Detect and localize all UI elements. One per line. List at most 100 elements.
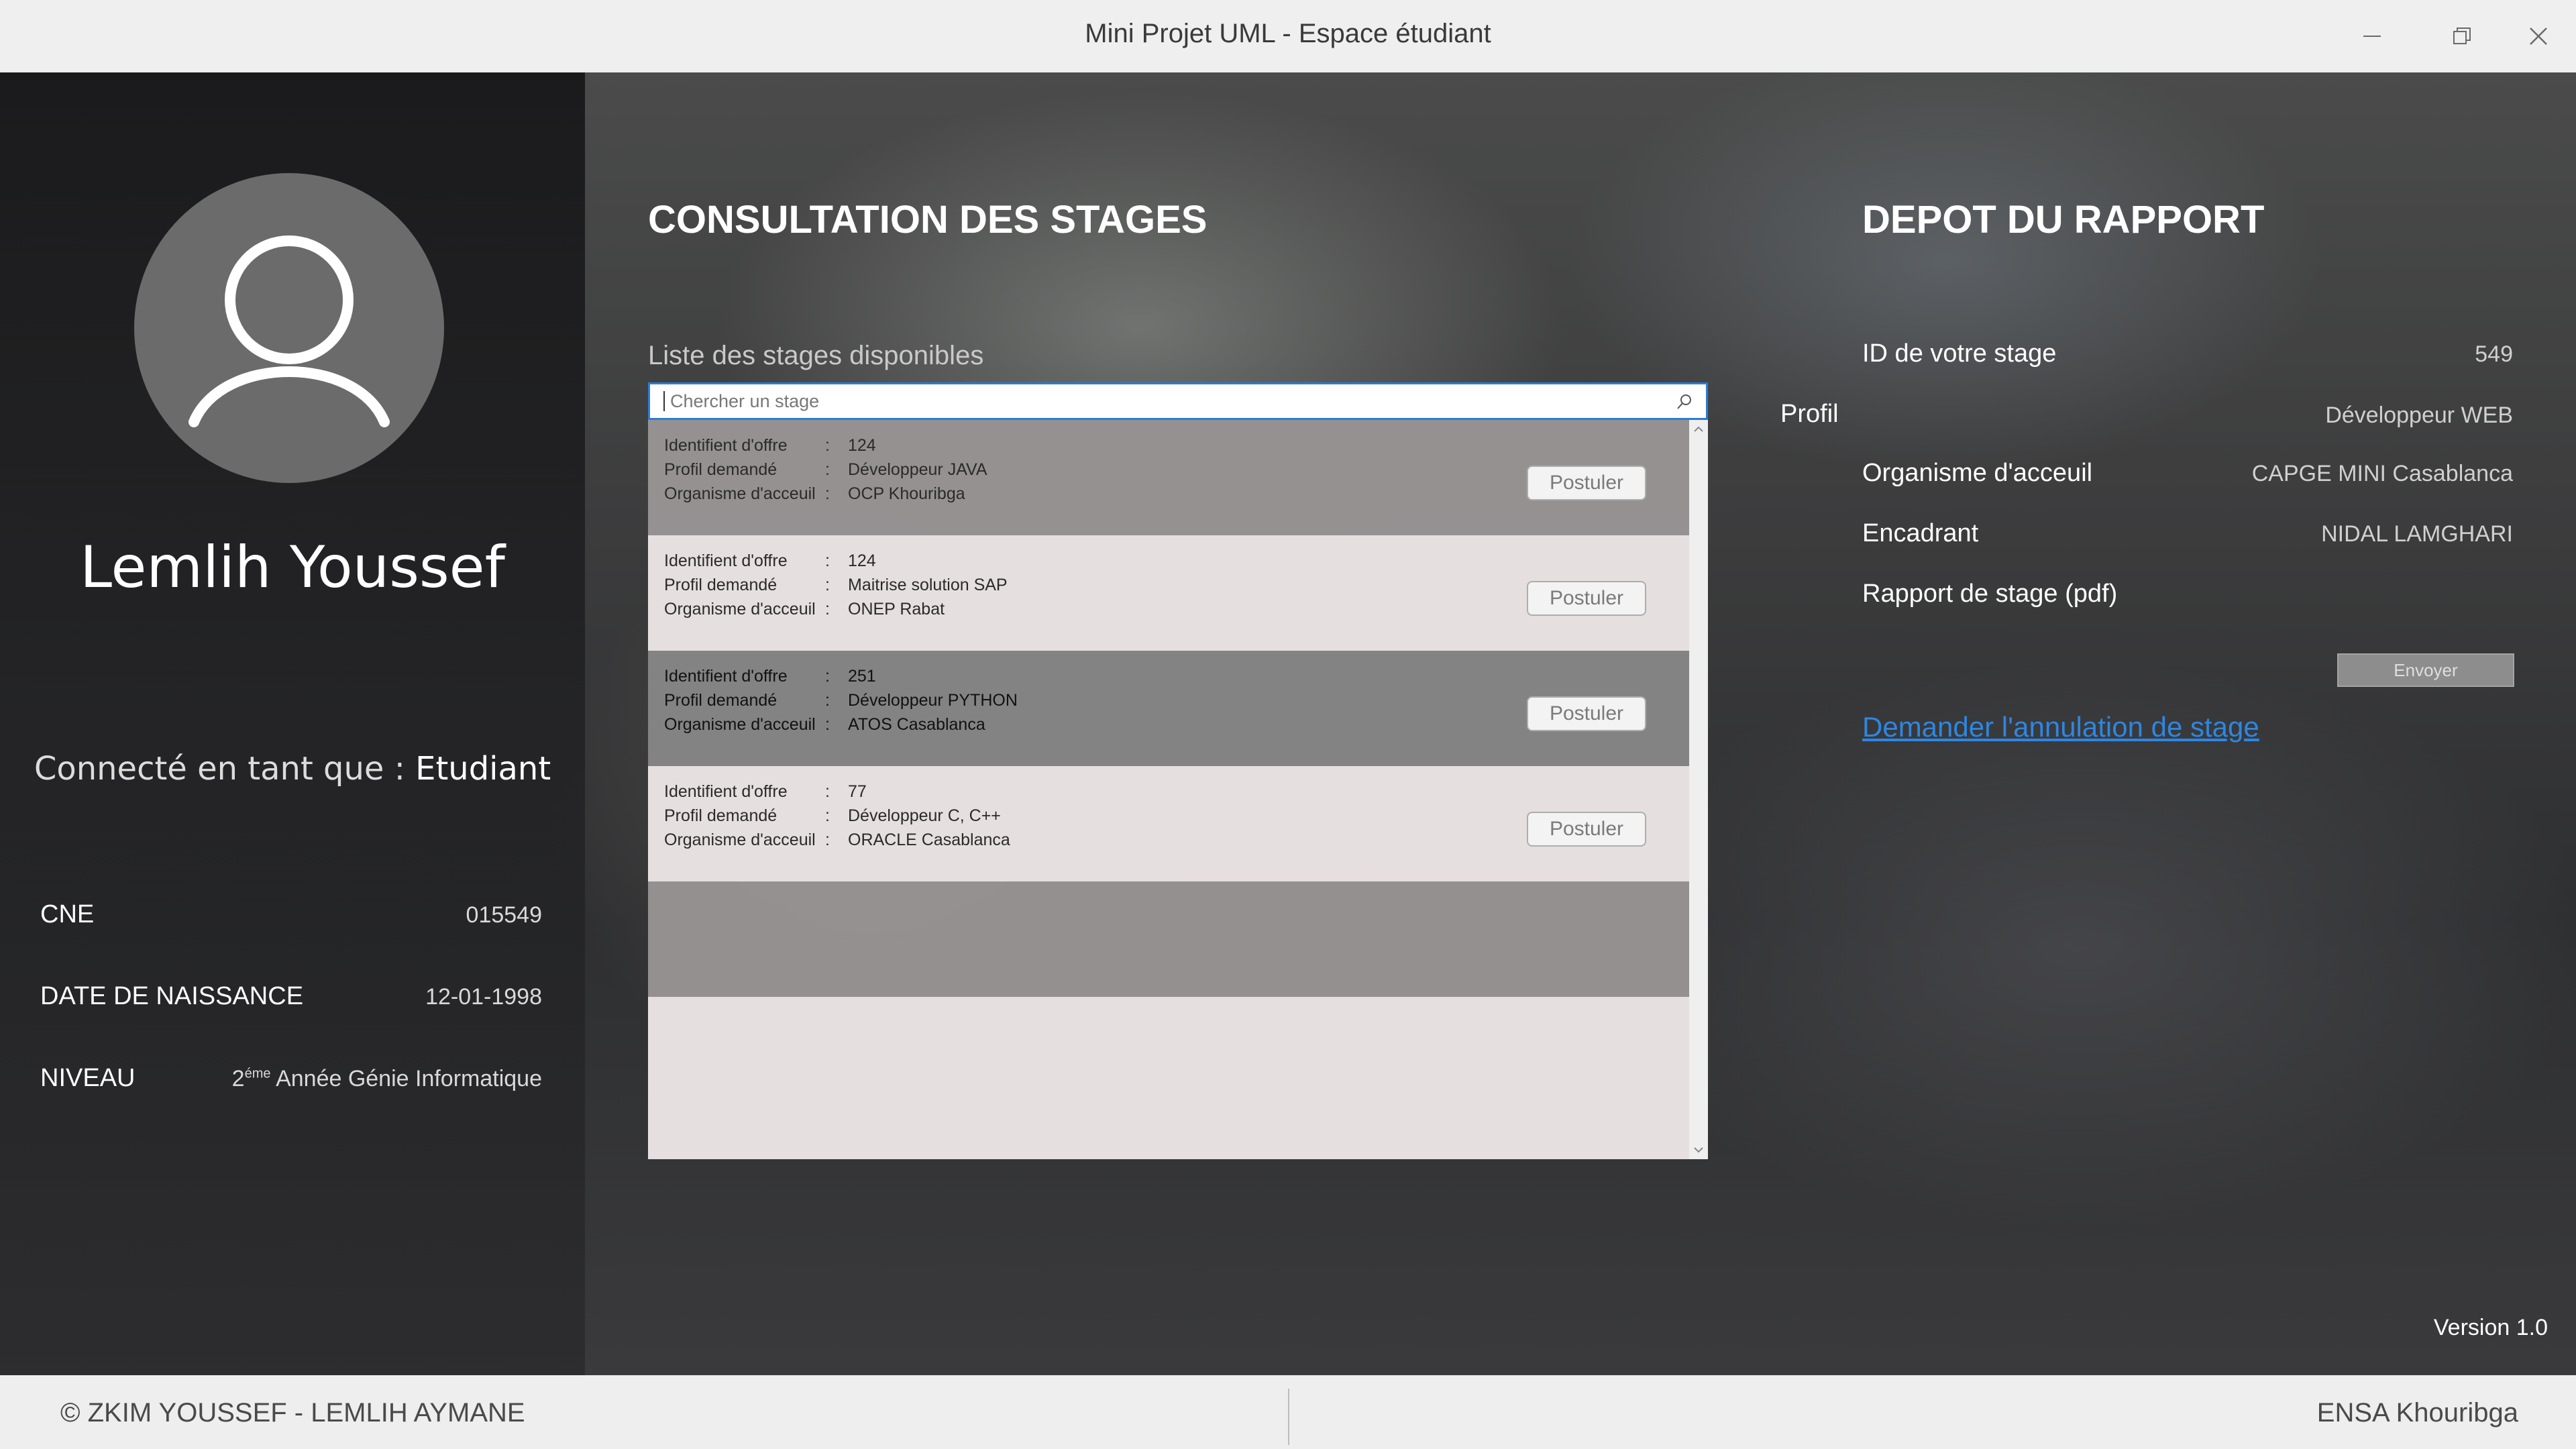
offer-id-label: Identifient d'offre <box>664 436 788 455</box>
niveau-label: NIVEAU <box>40 1064 136 1092</box>
niveau-value: 2éme Année Génie Informatique <box>232 1066 542 1092</box>
separator: : <box>825 830 830 849</box>
user-icon <box>189 235 390 427</box>
close-button[interactable] <box>2501 0 2576 72</box>
scroll-down-icon[interactable] <box>1689 1140 1708 1159</box>
postuler-button[interactable]: Postuler <box>1527 696 1646 731</box>
rapport-label: Rapport de stage (pdf) <box>1862 580 2118 608</box>
stage-id-label: ID de votre stage <box>1862 339 2057 368</box>
postuler-button[interactable]: Postuler <box>1527 581 1646 616</box>
offer-id-value: 251 <box>848 667 876 686</box>
offer-profil-label: Profil demandé <box>664 806 777 825</box>
consultation-title: CONSULTATION DES STAGES <box>648 198 1208 241</box>
organisme-label: Organisme d'acceuil <box>1862 459 2093 487</box>
stage-id-row: ID de votre stage 549 <box>1862 339 2513 368</box>
organisme-row: Organisme d'acceuil CAPGE MINI Casablanc… <box>1862 459 2513 488</box>
offer-profil-value: Développeur JAVA <box>848 460 987 479</box>
main-area: Lemlih Youssef Connecté en tant que : Et… <box>0 72 2576 1375</box>
depot-title: DEPOT DU RAPPORT <box>1862 198 2265 241</box>
offer-id-value: 77 <box>848 782 867 801</box>
window-title: Mini Projet UML - Espace étudiant <box>1085 19 1491 48</box>
offer-id-label: Identifient d'offre <box>664 782 788 801</box>
separator: : <box>825 806 830 825</box>
version-label: Version 1.0 <box>2433 1315 2548 1340</box>
cne-row: CNE 015549 <box>40 900 542 929</box>
footer-school: ENSA Khouribga <box>2316 1398 2518 1428</box>
user-name: Lemlih Youssef <box>80 534 505 601</box>
separator: : <box>825 782 830 801</box>
search-input[interactable]: Chercher un stage <box>648 382 1708 420</box>
offer-id-label: Identifient d'offre <box>664 667 788 686</box>
postuler-button[interactable]: Postuler <box>1527 812 1646 847</box>
offer-profil-value: Développeur PYTHON <box>848 691 1018 710</box>
envoyer-button[interactable]: Envoyer <box>2337 653 2514 687</box>
text-caret <box>663 391 665 411</box>
footer-credits: © ZKIM YOUSSEF - LEMLIH AYMANE <box>60 1398 525 1428</box>
offer-org-label: Organisme d'acceuil <box>664 600 816 619</box>
minimize-icon <box>2363 36 2381 37</box>
profile-sidebar: Lemlih Youssef Connecté en tant que : Et… <box>0 72 585 1375</box>
list-scrollbar[interactable] <box>1689 420 1708 1159</box>
empty-row <box>648 997 1689 1159</box>
separator: : <box>825 691 830 710</box>
search-placeholder: Chercher un stage <box>670 390 820 411</box>
offer-org-label: Organisme d'acceuil <box>664 830 816 849</box>
separator: : <box>825 715 830 734</box>
avatar <box>134 173 444 483</box>
offer-profil-label: Profil demandé <box>664 691 777 710</box>
offer-id-value: 124 <box>848 436 876 455</box>
niveau-number: 2 <box>231 1066 245 1091</box>
scroll-up-icon[interactable] <box>1689 420 1708 439</box>
offer-id-label: Identifient d'offre <box>664 551 788 570</box>
minimize-button[interactable] <box>2334 0 2410 72</box>
offer-org-label: Organisme d'acceuil <box>664 715 816 734</box>
organisme-value: CAPGE MINI Casablanca <box>2251 461 2513 486</box>
encadrant-value: NIDAL LAMGHARI <box>2321 521 2513 547</box>
birthdate-value: 12-01-1998 <box>425 984 542 1010</box>
stage-id-value: 549 <box>2475 341 2513 367</box>
offer-row[interactable]: Identifient d'offre: 251 Profil demandé:… <box>648 651 1689 766</box>
birthdate-label: DATE DE NAISSANCE <box>40 982 304 1010</box>
footer: © ZKIM YOUSSEF - LEMLIH AYMANE ENSA Khou… <box>0 1375 2576 1449</box>
niveau-sup: éme <box>244 1066 271 1081</box>
offer-row[interactable]: Identifient d'offre: 77 Profil demandé: … <box>648 766 1689 881</box>
birthdate-row: DATE DE NAISSANCE 12-01-1998 <box>40 982 542 1011</box>
profil-value: Développeur WEB <box>2325 402 2513 428</box>
offer-org-label: Organisme d'acceuil <box>664 484 816 503</box>
rapport-row: Rapport de stage (pdf) <box>1862 580 2513 608</box>
separator: : <box>825 484 830 503</box>
footer-divider <box>1288 1389 1289 1445</box>
offer-profil-label: Profil demandé <box>664 576 777 594</box>
offer-org-value: ATOS Casablanca <box>848 715 985 734</box>
offer-profil-value: Développeur C, C++ <box>848 806 1001 825</box>
offers-list[interactable]: Identifient d'offre: 124 Profil demandé:… <box>648 420 1708 1159</box>
niveau-text: Année Génie Informatique <box>270 1066 542 1091</box>
offer-org-value: ORACLE Casablanca <box>848 830 1010 849</box>
separator: : <box>825 600 830 619</box>
offer-row[interactable]: Identifient d'offre: 124 Profil demandé:… <box>648 535 1689 651</box>
offer-profil-label: Profil demandé <box>664 460 777 479</box>
cancel-stage-link[interactable]: Demander l'annulation de stage <box>1862 711 2259 743</box>
title-bar: Mini Projet UML - Espace étudiant <box>0 0 2576 72</box>
restore-icon <box>2453 28 2471 44</box>
role-line: Connecté en tant que : Etudiant <box>0 750 585 788</box>
offer-profil-value: Maitrise solution SAP <box>848 576 1008 594</box>
separator: : <box>825 667 830 686</box>
encadrant-label: Encadrant <box>1862 519 1979 547</box>
role-prefix: Connecté en tant que : <box>34 750 416 788</box>
search-icon[interactable] <box>1675 392 1694 411</box>
empty-row <box>648 881 1689 997</box>
role-value: Etudiant <box>415 750 551 788</box>
separator: : <box>825 460 830 479</box>
niveau-row: NIVEAU 2éme Année Génie Informatique <box>40 1064 542 1093</box>
encadrant-row: Encadrant NIDAL LAMGHARI <box>1862 519 2513 548</box>
restore-button[interactable] <box>2424 0 2500 72</box>
postuler-button[interactable]: Postuler <box>1527 466 1646 500</box>
offer-id-value: 124 <box>848 551 876 570</box>
cne-value: 015549 <box>466 902 542 928</box>
separator: : <box>825 436 830 455</box>
offer-row[interactable]: Identifient d'offre: 124 Profil demandé:… <box>648 420 1689 535</box>
close-icon <box>2530 28 2547 45</box>
separator: : <box>825 551 830 570</box>
list-label: Liste des stages disponibles <box>648 341 984 370</box>
